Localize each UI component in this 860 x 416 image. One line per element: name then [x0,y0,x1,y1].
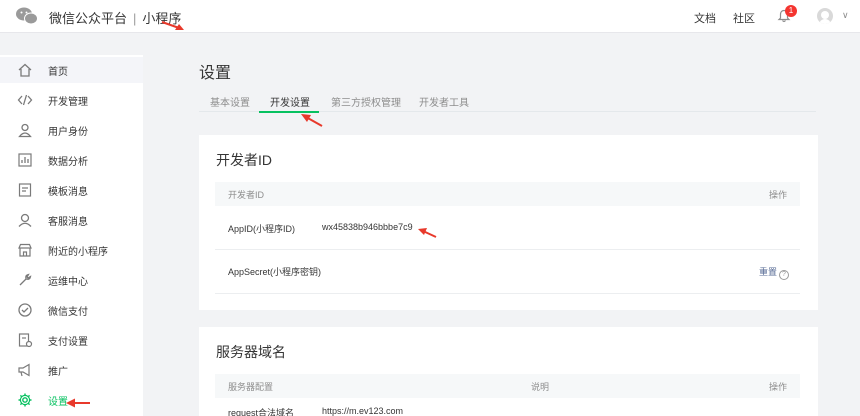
page-title: 设置 [199,65,232,82]
sidebar-item-label: 运维中心 [48,277,88,288]
sidebar-item-label: 开发管理 [48,97,88,108]
pay-settings-icon [18,333,33,348]
card-title: 开发者ID [216,152,272,168]
column-header: 开发者ID [228,190,265,200]
sidebar-item-wechat-pay[interactable]: 微信支付 [0,297,143,323]
top-bar: 微信公众平台 | 小程序 文档 社区 1 ∨ [0,0,860,33]
platform-name: 微信公众平台 [49,11,128,26]
column-header: 说明 [531,382,550,392]
code-icon [17,94,33,106]
tab-developer-tools[interactable]: 开发者工具 [419,94,469,109]
table-row: AppSecret(小程序密钥) 重置? [215,250,800,294]
sidebar-item-template-message[interactable]: 模板消息 [0,177,143,203]
settings-tabs: 基本设置 开发设置 第三方授权管理 开发者工具 [199,90,816,112]
table-row: AppID(小程序ID) wx45838b946bbbe7c9 [215,206,800,250]
annotation-arrow-icon [66,398,90,408]
gear-icon [18,393,32,407]
table-row: request合法域名 https://m.ev123.com [215,398,800,416]
sidebar-item-label: 附近的小程序 [48,247,108,258]
sidebar-item-label: 客服消息 [48,217,88,228]
pay-icon [18,303,32,317]
sidebar-item-user-identity[interactable]: 用户身份 [0,117,143,143]
megaphone-icon [18,363,30,377]
annotation-arrow-icon [301,114,323,127]
sidebar-item-label: 微信支付 [48,307,88,318]
chart-icon [18,153,32,167]
table-header: 服务器配置 说明 操作 [215,374,800,398]
tab-third-party-auth[interactable]: 第三方授权管理 [331,94,401,109]
domain-label: request合法域名 [228,408,295,416]
user-icon [18,123,32,138]
sidebar-item-data-analysis[interactable]: 数据分析 [0,147,143,173]
sidebar-item-label: 数据分析 [48,157,88,168]
community-link[interactable]: 社区 [733,10,755,26]
chevron-down-icon[interactable]: ∨ [842,10,849,21]
card-title: 服务器域名 [216,344,286,360]
sidebar-item-label: 用户身份 [48,127,88,138]
column-header: 操作 [768,382,787,392]
tab-basic-settings[interactable]: 基本设置 [210,94,250,109]
sidebar-item-promotion[interactable]: 推广 [0,357,143,383]
avatar[interactable] [817,8,833,24]
brand-separator: | [133,11,137,26]
wrench-icon [19,273,32,286]
sidebar-item-label: 模板消息 [48,187,88,198]
reset-action: 重置? [759,265,789,280]
sidebar-item-customer-service[interactable]: 客服消息 [0,207,143,233]
table-header: 开发者ID 操作 [215,182,800,206]
customer-service-icon [18,213,32,227]
store-icon [18,243,32,257]
wechat-logo-icon [16,7,38,25]
template-icon [18,183,32,197]
notification-badge: 1 [785,5,797,17]
sidebar-item-label: 推广 [48,367,68,378]
sidebar-item-ops-center[interactable]: 运维中心 [0,267,143,293]
server-domain-card: 服务器域名 服务器配置 说明 操作 request合法域名 https://m.… [199,327,818,416]
help-icon[interactable]: ? [779,270,789,280]
sidebar: 首页 开发管理 用户身份 数据分析 模板消息 客服消息 附近的小程序 运维中心 … [0,55,143,416]
sidebar-item-pay-settings[interactable]: 支付设置 [0,327,143,353]
annotation-arrow-icon [418,228,437,238]
column-header: 操作 [768,190,787,200]
tab-dev-settings[interactable]: 开发设置 [270,94,310,109]
sidebar-item-dev-management[interactable]: 开发管理 [0,87,143,113]
annotation-arrow-icon [161,21,184,30]
sidebar-item-label: 首页 [48,67,68,78]
developer-id-card: 开发者ID 开发者ID 操作 AppID(小程序ID) wx45838b946b… [199,135,818,310]
reset-link[interactable]: 重置 [759,267,777,277]
appsecret-label: AppSecret(小程序密钥) [228,267,322,277]
appid-label: AppID(小程序ID) [228,224,296,234]
sidebar-item-label: 支付设置 [48,337,88,348]
docs-link[interactable]: 文档 [694,10,716,26]
domain-value: https://m.ev123.com [322,406,404,416]
appid-value[interactable]: wx45838b946bbbe7c9 [322,222,413,232]
sidebar-item-nearby-miniprogram[interactable]: 附近的小程序 [0,237,143,263]
home-icon [18,63,32,77]
sidebar-item-home[interactable]: 首页 [0,57,143,83]
column-header: 服务器配置 [228,382,274,392]
